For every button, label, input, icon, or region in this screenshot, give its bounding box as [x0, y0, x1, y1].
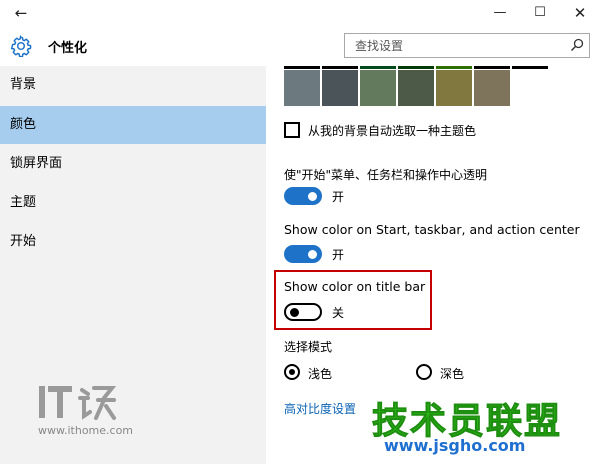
sidebar-item-colors[interactable]: 颜色 — [0, 106, 266, 144]
color-swatch[interactable] — [284, 70, 320, 106]
sidebar-item-start[interactable]: 开始 — [0, 223, 266, 261]
sidebar-item-lock-screen[interactable]: 锁屏界面 — [0, 145, 266, 183]
transparency-state: 开 — [332, 190, 345, 204]
show-color-start-label: Show color on Start, taskbar, and action… — [284, 222, 580, 237]
swatch-row-edge — [398, 66, 434, 69]
dark-mode-label: 深色 — [440, 367, 465, 381]
search-input[interactable] — [345, 34, 565, 57]
swatch-row-edge — [474, 66, 510, 69]
transparency-toggle[interactable] — [284, 187, 322, 205]
swatch-row-edge — [436, 66, 472, 69]
show-color-start-toggle[interactable] — [284, 245, 322, 263]
high-contrast-link[interactable]: 高对比度设置 — [284, 400, 356, 417]
brand-watermark-url: www.jsgho.com — [384, 436, 526, 455]
title-bar: ← — ☐ ✕ — [0, 0, 600, 26]
sidebar-item-background[interactable]: 背景 — [0, 66, 266, 104]
transparency-label: 使"开始"菜单、任务栏和操作中心透明 — [284, 168, 488, 182]
swatch-row-edge — [322, 66, 358, 69]
gear-icon — [10, 35, 32, 57]
show-color-title-label: Show color on title bar — [284, 279, 426, 294]
color-swatch[interactable] — [398, 70, 434, 106]
swatch-row-edge — [284, 66, 320, 69]
color-swatch[interactable] — [436, 70, 472, 106]
page-header: 个性化 — [0, 26, 600, 66]
back-button[interactable]: ← — [8, 2, 34, 24]
color-swatch[interactable] — [360, 70, 396, 106]
color-swatch[interactable] — [322, 70, 358, 106]
swatch-row-edge — [512, 66, 548, 69]
toggle-knob — [308, 249, 317, 259]
ithome-logo — [39, 386, 117, 420]
light-mode-label: 浅色 — [308, 367, 333, 381]
brand-watermark: 技术员联盟 www.jsgho.com — [371, 392, 560, 458]
light-mode-radio[interactable] — [284, 364, 300, 380]
search-box[interactable] — [344, 33, 590, 58]
search-icon[interactable] — [569, 37, 585, 53]
toggle-knob — [290, 307, 299, 317]
swatch-row-edge — [360, 66, 396, 69]
auto-pick-accent-checkbox[interactable] — [284, 122, 300, 138]
toggle-knob — [308, 191, 317, 201]
minimize-button[interactable]: — — [480, 0, 520, 26]
sidebar-item-themes[interactable]: 主题 — [0, 184, 266, 222]
mode-label: 选择模式 — [284, 340, 333, 354]
page-title: 个性化 — [48, 41, 88, 56]
maximize-button[interactable]: ☐ — [520, 0, 560, 26]
ithome-url: www.ithome.com — [38, 424, 134, 437]
show-color-title-state: 关 — [332, 306, 345, 320]
dark-mode-radio[interactable] — [416, 364, 432, 380]
auto-pick-accent-label: 从我的背景自动选取一种主题色 — [308, 124, 477, 138]
color-swatch[interactable] — [474, 70, 510, 106]
show-color-start-state: 开 — [332, 248, 345, 262]
show-color-title-toggle[interactable] — [284, 303, 322, 321]
close-button[interactable]: ✕ — [560, 0, 600, 26]
